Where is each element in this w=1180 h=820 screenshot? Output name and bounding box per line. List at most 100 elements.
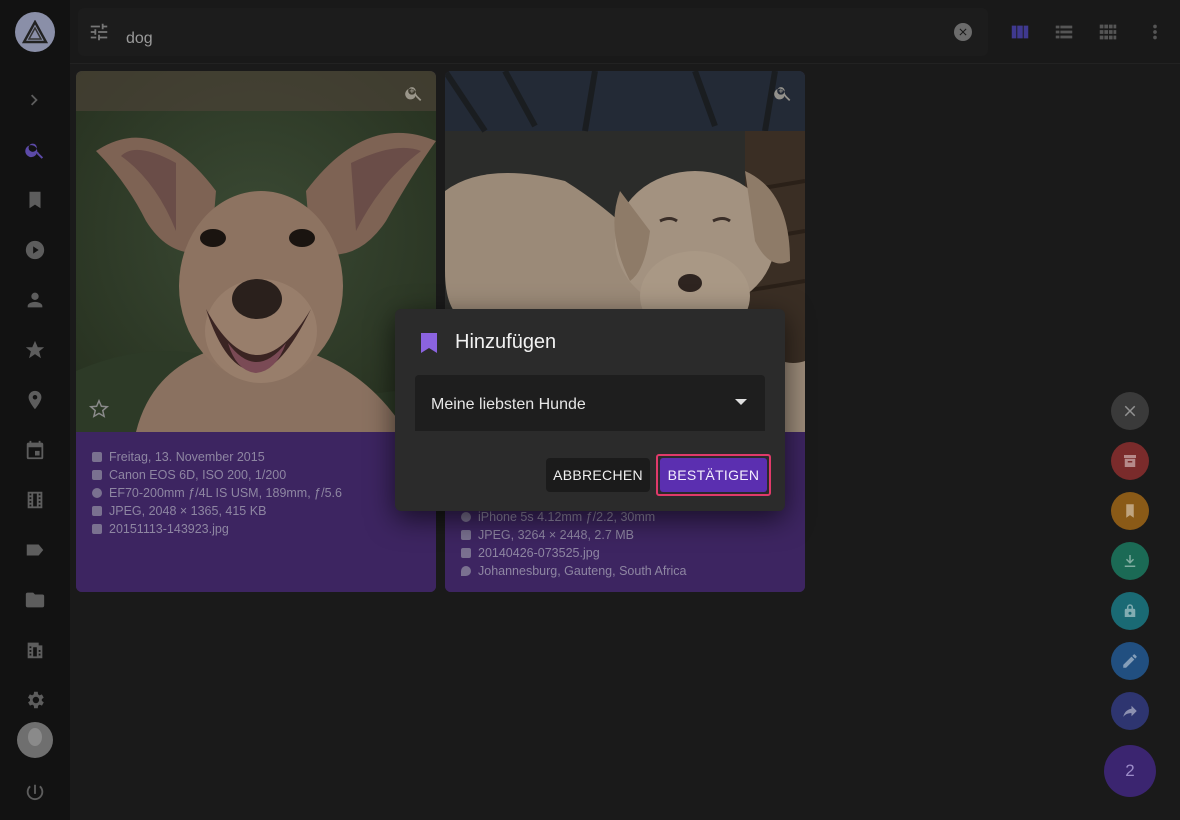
lens-icon [92,488,102,498]
sidebar-item-folders[interactable] [23,588,47,612]
sidebar-item-people[interactable] [23,288,47,312]
dropdown-caret-icon[interactable] [735,399,747,405]
download-icon [1124,555,1136,567]
dialog-title-text: Hinzufügen [455,331,557,353]
photo-lens-text: iPhone 5s 4.12mm ƒ/2.2, 30mm [478,510,656,524]
private-button[interactable] [1111,592,1149,630]
power-icon [26,784,44,801]
sidebar-item-library[interactable] [23,638,47,662]
dialog-title: Hinzufügen [419,331,556,354]
film-folder-icon [27,642,43,659]
edit-button[interactable] [1111,642,1149,680]
album-select[interactable]: Meine liebsten Hunde [415,375,765,431]
photo-file-info: JPEG, 2048 × 1365, 415 KB [92,502,420,520]
dog-photo-image [76,71,436,432]
photo-camera-text: Canon EOS 6D, ISO 200, 1/200 [109,468,287,482]
lock-icon [1124,604,1136,617]
file-icon [461,548,471,558]
mosaic-view-icon [1099,24,1117,40]
sidebar-item-favorites[interactable] [23,338,47,362]
tune-filter-icon[interactable] [88,21,110,48]
chevron-right-icon [30,94,38,106]
folder-icon [25,592,45,608]
favorite-star-icon[interactable] [88,398,110,420]
selection-count-button[interactable]: 2 [1104,745,1156,797]
clear-search-icon[interactable] [954,23,972,41]
bookmark-icon [421,332,437,353]
expand-sidebar-button[interactable] [23,88,47,112]
sidebar-item-search[interactable] [23,138,47,162]
share-button[interactable] [1111,692,1149,730]
download-button[interactable] [1111,542,1149,580]
app-logo[interactable] [15,12,55,52]
photo-lens: EF70-200mm ƒ/4L IS USM, 189mm, ƒ/5.6 [92,484,420,502]
photo-thumbnail[interactable] [76,71,436,432]
avatar[interactable] [17,722,53,758]
location-pin-icon [461,566,471,576]
add-to-album-dialog: Hinzufügen Meine liebsten Hunde ABBRECHE… [395,309,785,511]
search-icon [25,143,44,159]
photo-date: Freitag, 13. November 2015 [92,448,420,466]
archive-button[interactable] [1111,442,1149,480]
photo-filename: 20151113-143923.jpg [92,520,420,538]
confirm-button-focus-ring: BESTÄTIGEN [656,454,771,496]
selection-count: 2 [1125,761,1135,780]
sidebar-item-albums[interactable] [23,188,47,212]
photo-card[interactable]: Freitag, 13. November 2015 Canon EOS 6D,… [76,71,436,592]
sidebar [0,0,70,820]
bookmark-icon [1126,504,1134,518]
more-menu-button[interactable] [1143,20,1167,44]
camera-icon [92,470,102,480]
image-icon [92,506,102,516]
cards-view-icon [1011,25,1029,39]
sidebar-item-places[interactable] [23,388,47,412]
more-vert-icon [1153,24,1157,40]
search-box[interactable]: dog [78,8,988,56]
album-select-value: Meine liebsten Hunde [431,396,586,413]
logout-button[interactable] [23,781,47,805]
mosaic-view-button[interactable] [1096,20,1120,44]
list-view-icon [1055,25,1073,39]
share-arrow-icon [1123,705,1137,717]
photo-location: Johannesburg, Gauteng, South Africa [461,562,789,580]
sidebar-item-settings[interactable] [23,688,47,712]
add-to-album-button[interactable] [1111,492,1149,530]
photo-file-info: JPEG, 3264 × 2448, 2.7 MB [461,526,789,544]
confirm-button[interactable]: BESTÄTIGEN [660,458,767,492]
sidebar-item-videos[interactable] [23,238,47,262]
cards-view-button[interactable] [1008,20,1032,44]
star-icon [25,340,45,359]
photo-filename-text: 20151113-143923.jpg [109,522,229,536]
sidebar-item-labels[interactable] [23,538,47,562]
photo-filename: 20140426-073525.jpg [461,544,789,562]
location-pin-icon [28,390,42,410]
photo-location-text: Johannesburg, Gauteng, South Africa [478,564,687,578]
list-view-button[interactable] [1052,20,1076,44]
zoom-in-icon[interactable] [404,83,424,103]
photo-camera: Canon EOS 6D, ISO 200, 1/200 [92,466,420,484]
cancel-button[interactable]: ABBRECHEN [546,458,650,492]
archive-icon [1124,455,1136,467]
calendar-icon [92,452,102,462]
close-icon [1124,405,1136,417]
calendar-icon [26,440,44,460]
photo-lens-text: EF70-200mm ƒ/4L IS USM, 189mm, ƒ/5.6 [109,486,342,500]
search-input[interactable]: dog [126,30,153,48]
sidebar-item-calendar[interactable] [23,438,47,462]
photo-file-info-text: JPEG, 3264 × 2448, 2.7 MB [478,528,634,542]
photo-file-info-text: JPEG, 2048 × 1365, 415 KB [109,504,267,518]
image-icon [461,530,471,540]
photo-info: Freitag, 13. November 2015 Canon EOS 6D,… [76,432,436,592]
play-circle-icon [25,240,45,260]
photo-date-text: Freitag, 13. November 2015 [109,450,265,464]
sidebar-item-moments[interactable] [23,488,47,512]
label-icon [26,544,44,556]
person-icon [27,292,43,308]
clear-selection-button[interactable] [1111,392,1149,430]
zoom-in-icon[interactable] [773,83,793,103]
file-icon [92,524,102,534]
pencil-icon [1123,654,1137,668]
prism-logo-icon [22,20,48,44]
toolbar: dog [70,0,1180,64]
film-icon [27,491,43,509]
